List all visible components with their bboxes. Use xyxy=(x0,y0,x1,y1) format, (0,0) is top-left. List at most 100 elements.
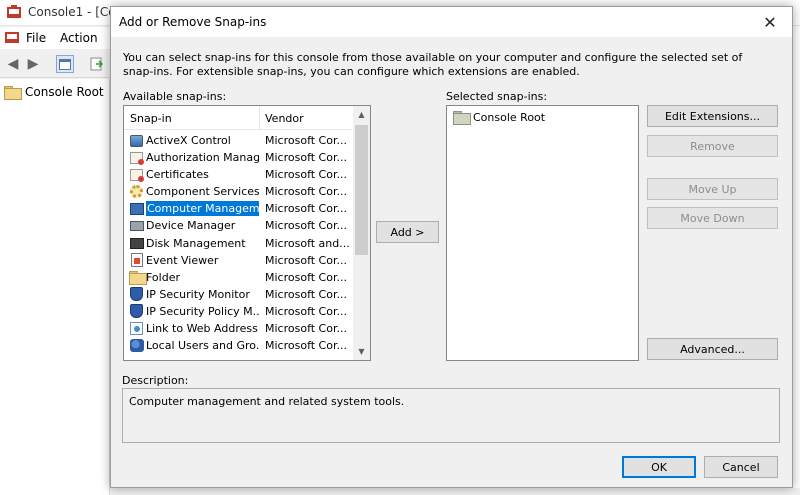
move-down-button[interactable]: Move Down xyxy=(647,207,778,229)
available-snapins-list[interactable]: Snap-in Vendor ActiveX Control Microsoft … xyxy=(123,105,371,361)
folder-icon xyxy=(453,111,471,125)
mmc-menubar: File Action xyxy=(0,27,110,49)
edit-extensions-button[interactable]: Edit Extensions... xyxy=(647,105,778,127)
authorization-icon xyxy=(129,150,144,165)
back-arrow-icon[interactable]: ◀ xyxy=(4,55,22,73)
mmc-window-title: Console1 - [Co xyxy=(28,5,116,19)
remove-button[interactable]: Remove xyxy=(647,135,778,157)
snapin-vendor: Microsoft Cor... xyxy=(265,287,347,301)
snapin-vendor: Microsoft Cor... xyxy=(265,339,347,353)
list-header: Snap-in Vendor xyxy=(124,106,352,130)
column-header-vendor[interactable]: Vendor xyxy=(265,112,304,125)
selected-item-console-root[interactable]: Console Root xyxy=(453,109,545,125)
snapin-name: Computer Managem... xyxy=(146,201,259,217)
snapin-vendor: Microsoft Cor... xyxy=(265,134,347,147)
ip-security-icon xyxy=(129,287,144,302)
ip-security-icon xyxy=(129,304,144,319)
add-button[interactable]: Add > xyxy=(376,221,439,243)
snapin-name: Link to Web Address xyxy=(146,322,258,336)
snapin-row[interactable]: Component Services Microsoft Cor... xyxy=(124,183,352,200)
snapin-row[interactable]: Certificates Microsoft Cor... xyxy=(124,166,352,183)
event-viewer-icon-glyph xyxy=(130,253,143,268)
snapin-row[interactable]: Link to Web Address Microsoft Cor... xyxy=(124,320,352,337)
export-list-icon[interactable] xyxy=(88,55,106,73)
description-label: Description: xyxy=(122,374,189,387)
snapin-vendor: Microsoft Cor... xyxy=(265,219,347,233)
snapin-name: IP Security Monitor xyxy=(146,287,250,301)
snapin-name: Certificates xyxy=(146,168,209,182)
folder-icon xyxy=(4,86,22,100)
show-tree-icon[interactable] xyxy=(56,55,74,73)
mmc-toolbar: ◀ ▶ xyxy=(0,50,110,78)
snapin-row[interactable]: ActiveX Control Microsoft Cor... xyxy=(124,132,352,149)
activex-icon-glyph xyxy=(130,134,143,147)
snapin-rows: ActiveX Control Microsoft Cor... Authoriza… xyxy=(124,132,352,354)
ok-button[interactable]: OK xyxy=(622,456,696,478)
event-viewer-icon xyxy=(129,253,144,268)
disk-icon xyxy=(129,236,144,251)
mmc-app-icon xyxy=(6,5,22,19)
computer-management-icon-glyph xyxy=(129,202,144,215)
device-icon-glyph xyxy=(129,220,144,231)
mmc-tree-pane: Console Root xyxy=(0,79,110,495)
snapin-name: ActiveX Control xyxy=(146,134,231,147)
mmc-bottom-edge xyxy=(110,488,800,495)
available-snapins-label: Available snap-ins: xyxy=(123,90,227,103)
scrollbar-thumb[interactable] xyxy=(355,125,368,255)
snapin-vendor: Microsoft Cor... xyxy=(265,253,347,267)
snapin-row[interactable]: Authorization Manager Microsoft Cor... xyxy=(124,149,352,166)
certificate-icon-glyph xyxy=(130,168,144,182)
snapin-row[interactable]: Computer Managem... Microsoft Cor... xyxy=(124,200,352,217)
snapin-vendor: Microsoft Cor... xyxy=(265,168,347,182)
forward-arrow-icon[interactable]: ▶ xyxy=(24,55,42,73)
snapin-vendor: Microsoft Cor... xyxy=(265,185,347,199)
folder-icon-glyph xyxy=(128,271,147,286)
tree-item-label: Console Root xyxy=(25,85,104,99)
tree-item-console-root[interactable]: Console Root xyxy=(4,83,104,101)
move-up-button[interactable]: Move Up xyxy=(647,178,778,200)
snapin-name: Folder xyxy=(146,270,180,284)
computer-management-icon xyxy=(129,201,144,216)
snapin-row[interactable]: Local Users and Gro... Microsoft Cor... xyxy=(124,337,352,354)
snapin-name: Event Viewer xyxy=(146,253,219,267)
component-icon xyxy=(129,184,144,199)
snapin-row[interactable]: Disk Management Microsoft and... xyxy=(124,235,352,252)
snapin-name: Disk Management xyxy=(146,236,246,250)
snapin-row[interactable]: Event Viewer Microsoft Cor... xyxy=(124,252,352,269)
snapin-vendor: Microsoft Cor... xyxy=(265,202,347,216)
dialog-titlebar: Add or Remove Snap-ins ✕ xyxy=(111,7,792,37)
vertical-scrollbar[interactable]: ▲ ▼ xyxy=(353,106,370,360)
description-box: Computer management and related system t… xyxy=(122,388,780,443)
disk-icon-glyph xyxy=(129,237,144,249)
scroll-down-icon[interactable]: ▼ xyxy=(353,343,370,360)
column-header-snapin[interactable]: Snap-in xyxy=(130,112,172,125)
authorization-icon-glyph xyxy=(130,151,144,165)
link-icon xyxy=(129,321,144,336)
menu-file[interactable]: File xyxy=(26,31,46,45)
description-text: Computer management and related system t… xyxy=(129,395,405,408)
snapin-name: Authorization Manager xyxy=(146,151,259,165)
snapin-row[interactable]: IP Security Policy M... Microsoft Cor... xyxy=(124,303,352,320)
selected-item-label: Console Root xyxy=(473,110,546,124)
close-icon[interactable]: ✕ xyxy=(750,7,790,37)
component-icon-glyph xyxy=(130,185,143,199)
dialog-title: Add or Remove Snap-ins xyxy=(119,15,267,29)
advanced-button[interactable]: Advanced... xyxy=(647,338,778,360)
snapin-name: Device Manager xyxy=(146,219,236,233)
scroll-up-icon[interactable]: ▲ xyxy=(353,106,370,123)
mmc-menu-icon xyxy=(4,30,20,47)
link-icon-glyph xyxy=(130,322,143,336)
snapin-row[interactable]: Device Manager Microsoft Cor... xyxy=(124,217,352,234)
snapin-vendor: Microsoft Cor... xyxy=(265,151,347,165)
column-divider[interactable] xyxy=(259,106,260,130)
dialog-intro-text: You can select snap-ins for this console… xyxy=(123,51,743,78)
activex-icon xyxy=(129,133,144,148)
snapin-row[interactable]: Folder Microsoft Cor... xyxy=(124,269,352,286)
menu-action[interactable]: Action xyxy=(60,31,98,45)
device-icon xyxy=(129,218,144,233)
cancel-button[interactable]: Cancel xyxy=(704,456,778,478)
add-remove-snapins-dialog: Add or Remove Snap-ins ✕ You can select … xyxy=(110,6,793,488)
selected-snapins-list[interactable]: Console Root xyxy=(446,105,639,361)
users-icon xyxy=(129,338,144,353)
snapin-row[interactable]: IP Security Monitor Microsoft Cor... xyxy=(124,286,352,303)
